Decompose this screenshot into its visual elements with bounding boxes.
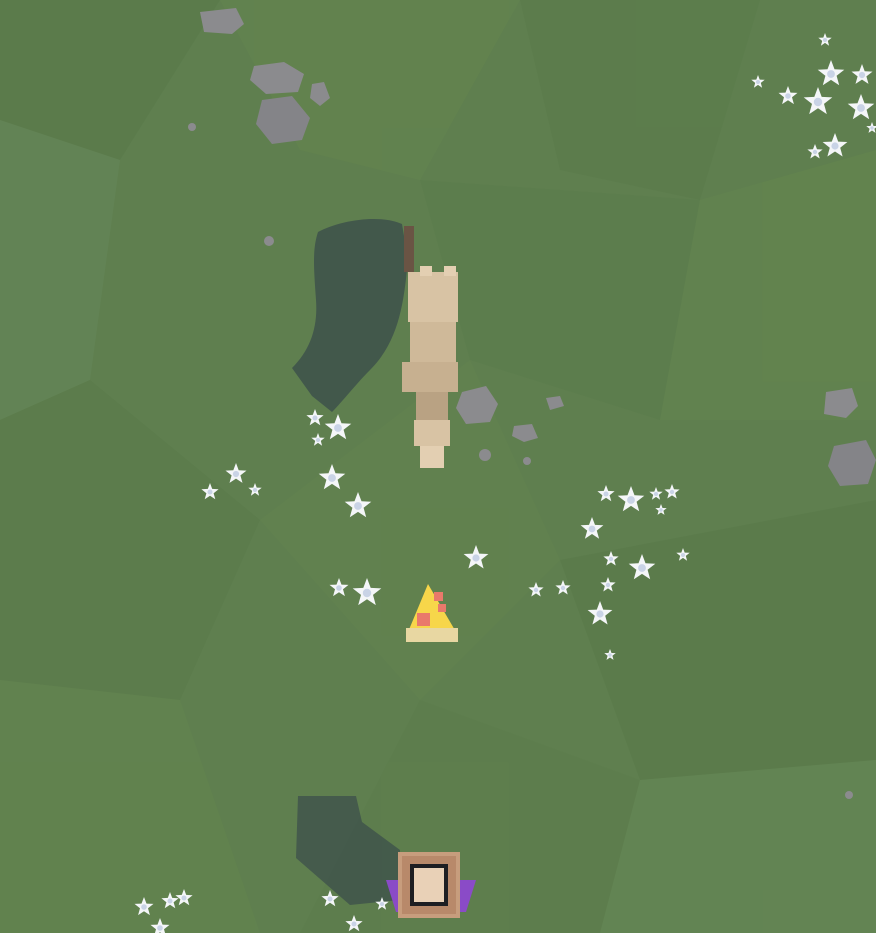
rock-icon — [845, 791, 853, 799]
rock-icon — [523, 457, 531, 465]
rock-icon — [479, 449, 491, 461]
rock-icon — [264, 236, 274, 246]
rock-icon — [188, 123, 196, 131]
game-scene[interactable] — [0, 0, 876, 933]
